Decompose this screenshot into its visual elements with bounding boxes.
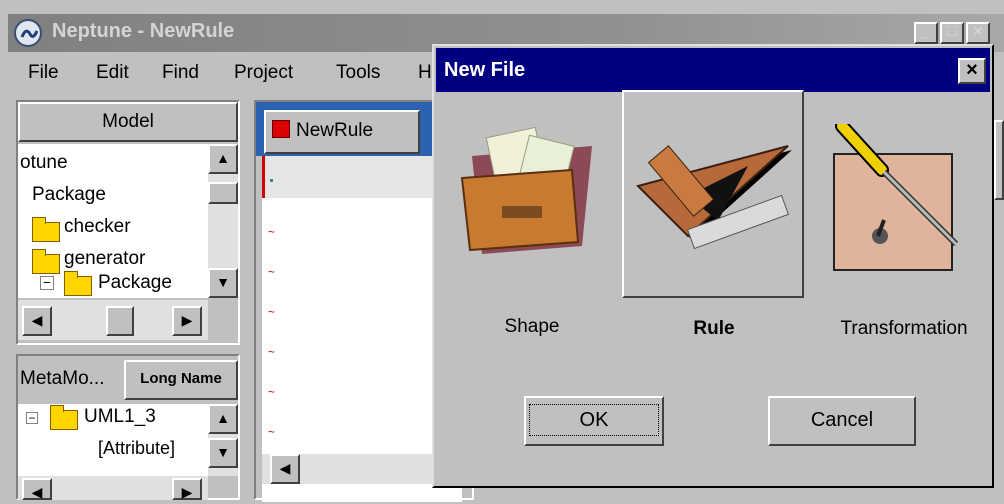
- menu-bar: File Edit Find Project Tools H: [8, 56, 438, 92]
- folder-open-icon: [64, 271, 92, 296]
- choice-transformation-label: Transformation: [840, 318, 968, 339]
- maximize-icon: □: [947, 23, 957, 40]
- tree-item-attribute[interactable]: [Attribute]: [98, 438, 175, 459]
- metamodel-hscrollbar[interactable]: ◀ ▶: [18, 476, 208, 500]
- window-title: Neptune - NewRule: [52, 20, 235, 42]
- metamodel-vscrollbar[interactable]: ▲ ▼: [208, 404, 238, 476]
- folder-open-icon: [50, 405, 78, 430]
- ok-button-label: OK: [528, 404, 660, 436]
- rule-file-icon: [272, 120, 290, 138]
- dialog-title: New File: [444, 59, 526, 81]
- screwdriver-icon: [833, 124, 959, 271]
- scroll-down-button[interactable]: ▼: [208, 438, 238, 468]
- folder-documents-icon: [460, 126, 592, 254]
- right-pane-edge: [994, 120, 1004, 200]
- cursor-marker: [270, 179, 273, 182]
- arrow-up-icon: ▲: [216, 150, 230, 166]
- arrow-left-icon: ◀: [279, 460, 291, 476]
- menu-project[interactable]: Project: [234, 62, 293, 84]
- menu-tools[interactable]: Tools: [336, 62, 380, 84]
- new-file-dialog: New File × Shape Rule Transformation OK …: [432, 44, 994, 488]
- scroll-up-button[interactable]: ▲: [208, 404, 238, 434]
- cancel-button[interactable]: Cancel: [768, 396, 916, 446]
- long-name-tab[interactable]: Long Name: [124, 360, 238, 400]
- scroll-right-button[interactable]: ▶: [172, 306, 202, 336]
- menu-file[interactable]: File: [28, 62, 59, 84]
- arrow-down-icon: ▼: [216, 444, 230, 460]
- choice-rule[interactable]: Rule: [622, 90, 804, 339]
- metamodel-pane: MetaMo... Long Name − UML1_3 [Attribute]…: [16, 354, 240, 500]
- dialog-close-button[interactable]: ×: [958, 58, 986, 84]
- scroll-left-button[interactable]: ◀: [22, 306, 52, 336]
- model-tree-vscrollbar[interactable]: ▲ ▼: [208, 144, 238, 298]
- menu-help[interactable]: H: [418, 62, 432, 84]
- choice-shape[interactable]: Shape: [444, 92, 620, 337]
- editor-tab-label: NewRule: [296, 120, 374, 141]
- menu-edit[interactable]: Edit: [96, 62, 129, 84]
- scroll-down-button[interactable]: ▼: [208, 268, 238, 298]
- scroll-up-button[interactable]: ▲: [208, 144, 238, 174]
- close-icon: ×: [966, 59, 978, 81]
- folder-icon: [32, 249, 60, 274]
- tree-item-package[interactable]: Package: [32, 184, 106, 206]
- hscroll-thumb[interactable]: [106, 306, 134, 336]
- scroll-left-button[interactable]: ◀: [270, 454, 300, 484]
- scroll-thumb[interactable]: [208, 182, 238, 204]
- scroll-left-button[interactable]: ◀: [22, 478, 52, 500]
- tree-item-package-child[interactable]: Package: [98, 272, 172, 294]
- triangle-ruler-icon: [636, 145, 792, 250]
- arrow-down-icon: ▼: [216, 274, 230, 290]
- choice-transformation[interactable]: Transformation: [818, 92, 994, 339]
- choice-rule-label: Rule: [693, 318, 735, 339]
- model-pane: Model otune Package checker generator − …: [16, 100, 240, 345]
- collapse-icon[interactable]: −: [26, 412, 38, 424]
- model-tree[interactable]: otune Package checker generator − Packag…: [18, 144, 238, 298]
- tree-item-neptune[interactable]: otune: [20, 152, 68, 174]
- model-tree-hscrollbar[interactable]: ◀ ▶: [18, 300, 208, 340]
- tree-item-checker[interactable]: checker: [64, 216, 131, 238]
- arrow-up-icon: ▲: [216, 410, 230, 426]
- metamodel-tree[interactable]: − UML1_3 [Attribute]: [18, 404, 208, 484]
- tree-item-generator[interactable]: generator: [64, 248, 145, 270]
- line-markers: ~~~~~~~: [268, 225, 276, 479]
- minimize-button[interactable]: _: [914, 22, 938, 44]
- close-window-button[interactable]: ×: [966, 22, 990, 44]
- tree-item-uml13[interactable]: UML1_3: [84, 406, 156, 428]
- model-pane-header[interactable]: Model: [18, 102, 238, 142]
- arrow-right-icon: ▶: [181, 312, 193, 328]
- arrow-left-icon: ◀: [31, 484, 43, 500]
- neptune-app-icon: [14, 19, 42, 47]
- menu-find[interactable]: Find: [162, 62, 199, 84]
- close-icon: ×: [973, 23, 983, 40]
- minimize-icon: _: [921, 23, 931, 40]
- scroll-right-button[interactable]: ▶: [172, 478, 202, 500]
- maximize-button[interactable]: □: [940, 22, 964, 44]
- choice-shape-label: Shape: [504, 316, 560, 337]
- folder-icon: [32, 217, 60, 242]
- dialog-title-bar[interactable]: New File ×: [436, 48, 990, 92]
- metamodel-tab[interactable]: MetaMo...: [18, 360, 122, 400]
- arrow-right-icon: ▶: [181, 484, 193, 500]
- editor-tab-newrule[interactable]: NewRule: [264, 110, 420, 154]
- collapse-icon[interactable]: −: [40, 275, 54, 290]
- arrow-left-icon: ◀: [31, 312, 43, 328]
- ok-button[interactable]: OK: [524, 396, 664, 446]
